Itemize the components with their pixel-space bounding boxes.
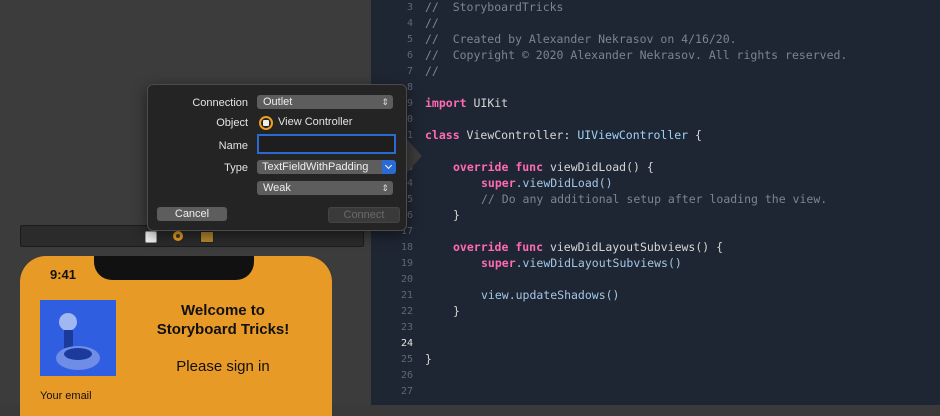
line-number: 6 [406,50,413,61]
connection-value: Outlet [263,96,293,108]
code-line: // [425,64,439,78]
email-label: Your email [40,390,92,402]
connection-select[interactable]: Outlet ⇕ [257,95,393,109]
code-keyword: override [453,240,509,254]
code-text: ViewController: [459,128,578,142]
code-call: .viewDidLayoutSubviews() [515,256,682,270]
code-line: // Do any additional setup after loading… [481,192,828,206]
code-call: .viewDidLoad() [515,176,613,190]
code-keyword: func [508,160,544,174]
status-bar-time: 9:41 [50,267,77,282]
code-line: // Created by Alexander Nekrasov on 4/16… [425,32,737,46]
code-line: view.updateShadows() [481,288,620,302]
welcome-title: Welcome to Storyboard Tricks! [140,301,306,339]
welcome-line-1: Welcome to [181,302,265,319]
signin-label: Please sign in [176,358,270,375]
exit-icon[interactable] [200,231,214,243]
first-responder-icon[interactable] [173,231,183,241]
line-number: 21 [400,290,413,301]
view-controller-icon[interactable] [145,231,157,243]
code-line: super.viewDidLayoutSubviews() [481,256,682,270]
storage-value: Weak [263,182,291,194]
chevron-updown-icon: ⇕ [381,97,389,107]
code-keyword: func [508,240,544,254]
line-number: 4 [406,18,413,29]
code-line: } [453,208,460,222]
connection-label: Connection [192,97,248,109]
line-number: 19 [400,258,413,269]
welcome-line-2: Storyboard Tricks! [156,321,290,338]
cancel-button[interactable]: Cancel [157,207,227,221]
storage-select[interactable]: Weak ⇕ [257,181,393,195]
code-editor[interactable]: 3 4 5 6 7 8 9 10 11 12 13 14 15 16 17 18… [371,0,940,405]
phone-notch [94,256,254,280]
name-input[interactable] [257,134,396,154]
view-controller-icon [259,116,273,130]
chevron-updown-icon: ⇕ [381,183,389,193]
line-number-current: 24 [400,338,413,349]
code-type: UIViewController [577,128,689,142]
code-line: import UIKit [425,96,508,110]
code-text: { [688,128,702,142]
line-number: 23 [400,322,413,333]
code-line: class ViewController: UIViewController { [425,128,702,142]
code-keyword: class [425,128,460,142]
code-text: UIKit [466,96,509,110]
line-number: 25 [400,354,413,365]
line-number: 27 [400,386,413,397]
line-number: 3 [406,2,413,13]
code-text: viewDidLoad() { [543,160,654,174]
connect-button[interactable]: Connect [328,207,400,223]
line-number: 22 [400,306,413,317]
line-number: 5 [406,34,413,45]
type-combobox[interactable]: TextFieldWithPadding [257,160,382,174]
code-line: super.viewDidLoad() [481,176,613,190]
object-label: Object [216,117,248,129]
outlet-connection-popover: Connection Outlet ⇕ Object View Controll… [147,84,407,231]
code-line: } [425,352,432,366]
line-number: 26 [400,370,413,381]
line-number: 20 [400,274,413,285]
chevron-down-icon[interactable] [382,160,396,174]
name-label: Name [218,140,248,152]
code-keyword: super [481,176,516,190]
avatar-illustration [40,300,116,376]
object-value: View Controller [278,116,353,128]
code-line: // Copyright © 2020 Alexander Nekrasov. … [425,48,848,62]
avatar-image[interactable] [40,300,116,376]
code-line: override func viewDidLoad() { [453,160,654,174]
code-keyword: override [453,160,509,174]
code-keyword: import [425,96,467,110]
line-number: 7 [406,66,413,77]
code-text: viewDidLayoutSubviews() { [543,240,724,254]
code-line: // StoryboardTricks [425,0,564,14]
phone-preview: 9:41 Welcome to Storyboard Tricks! Pleas… [20,256,332,416]
code-line: } [453,304,460,318]
code-line: // [425,16,439,30]
code-keyword: super [481,256,516,270]
type-label: Type [224,162,248,174]
line-number: 18 [400,242,413,253]
code-line: override func viewDidLayoutSubviews() { [453,240,723,254]
